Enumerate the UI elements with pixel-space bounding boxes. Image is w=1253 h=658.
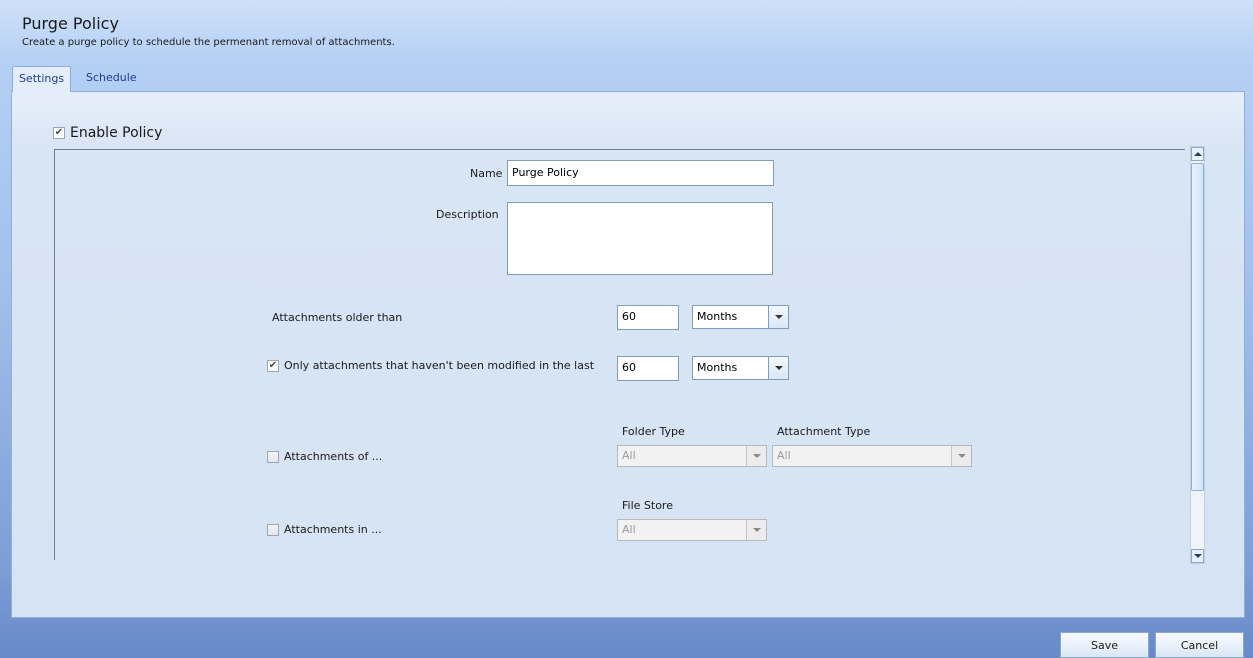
cancel-button[interactable]: Cancel (1155, 632, 1244, 658)
description-field[interactable] (507, 202, 773, 275)
chevron-down-icon (774, 315, 783, 319)
attachment-type-select[interactable]: All (772, 445, 972, 467)
scroll-down-button[interactable] (1191, 549, 1204, 563)
older-than-unit-value: Months (697, 310, 738, 323)
scroll-up-button[interactable] (1191, 147, 1204, 161)
older-than-unit-select[interactable]: Months (692, 305, 789, 329)
attachments-of-row[interactable]: Attachments of ... (267, 450, 382, 463)
not-modified-checkbox[interactable]: ✔ (267, 359, 279, 372)
attachments-in-checkbox[interactable] (267, 523, 279, 536)
folder-type-value: All (622, 449, 636, 462)
chevron-down-icon (957, 454, 966, 458)
page-subtitle: Create a purge policy to schedule the pe… (22, 37, 395, 48)
tab-schedule[interactable]: Schedule (76, 66, 147, 92)
attachments-in-label: Attachments in ... (284, 523, 382, 536)
not-modified-label: Only attachments that haven't been modif… (284, 359, 595, 372)
file-store-label: File Store (622, 499, 673, 512)
page-title: Purge Policy (22, 14, 119, 33)
attachments-of-label: Attachments of ... (284, 450, 383, 463)
attachment-type-dropdown-button[interactable] (951, 446, 971, 466)
vertical-scrollbar[interactable] (1190, 146, 1205, 564)
description-label: Description (436, 208, 499, 221)
file-store-select[interactable]: All (617, 519, 767, 541)
chevron-up-icon (1193, 152, 1202, 156)
chevron-down-icon (752, 454, 761, 458)
chevron-down-icon (774, 366, 783, 370)
name-label: Name (470, 167, 503, 180)
chevron-down-icon (752, 528, 761, 532)
attachment-type-value: All (777, 449, 791, 462)
scrollbar-thumb[interactable] (1191, 163, 1204, 491)
enable-policy-checkbox[interactable]: ✔ (53, 127, 65, 139)
enable-policy-row[interactable]: ✔ Enable Policy (53, 125, 162, 141)
folder-type-label: Folder Type (622, 425, 685, 438)
older-than-value-input[interactable]: 60 (617, 305, 679, 330)
tab-settings[interactable]: Settings (12, 66, 71, 92)
attachments-in-row[interactable]: Attachments in ... (267, 523, 382, 536)
older-than-label: Attachments older than (272, 311, 403, 324)
folder-type-select[interactable]: All (617, 445, 767, 467)
attachments-of-checkbox[interactable] (267, 450, 279, 463)
file-store-value: All (622, 523, 636, 536)
file-store-dropdown-button[interactable] (746, 520, 766, 540)
folder-type-dropdown-button[interactable] (746, 446, 766, 466)
not-modified-unit-select[interactable]: Months (692, 356, 789, 380)
save-button[interactable]: Save (1060, 632, 1149, 658)
chevron-down-icon (1193, 554, 1202, 558)
not-modified-unit-dropdown-button[interactable] (768, 357, 788, 379)
name-field[interactable]: Purge Policy (507, 160, 774, 186)
not-modified-unit-value: Months (697, 361, 738, 374)
attachment-type-label: Attachment Type (777, 425, 871, 438)
older-than-unit-dropdown-button[interactable] (768, 306, 788, 328)
not-modified-row[interactable]: ✔ Only attachments that haven't been mod… (267, 359, 594, 372)
not-modified-value-input[interactable]: 60 (617, 356, 679, 381)
enable-policy-label: Enable Policy (70, 125, 163, 141)
